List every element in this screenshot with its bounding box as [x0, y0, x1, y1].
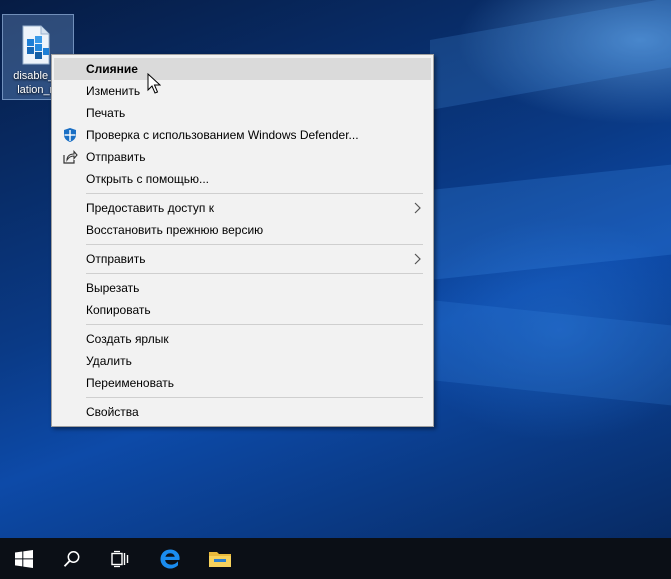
- search-icon: [63, 550, 80, 567]
- menu-separator: [86, 244, 423, 245]
- menu-item-label: Восстановить прежнюю версию: [86, 223, 264, 237]
- menu-item-share[interactable]: Отправить: [54, 146, 431, 168]
- mouse-pointer-icon: [147, 73, 161, 94]
- start-button[interactable]: [0, 538, 48, 579]
- menu-item-restore-previous[interactable]: Восстановить прежнюю версию: [54, 219, 431, 241]
- menu-item-label: Предоставить доступ к: [86, 201, 214, 215]
- menu-item-delete[interactable]: Удалить: [54, 350, 431, 372]
- edge-browser-button[interactable]: [146, 538, 194, 579]
- menu-item-copy[interactable]: Копировать: [54, 299, 431, 321]
- menu-item-rename[interactable]: Переименовать: [54, 372, 431, 394]
- menu-item-defender-scan[interactable]: Проверка с использованием Windows Defend…: [54, 124, 431, 146]
- menu-item-edit[interactable]: Изменить: [54, 80, 431, 102]
- wallpaper-light-beam: [430, 300, 671, 408]
- menu-item-label: Вырезать: [86, 281, 140, 295]
- search-button[interactable]: [48, 538, 96, 579]
- file-explorer-button[interactable]: [196, 538, 244, 579]
- menu-item-print[interactable]: Печать: [54, 102, 431, 124]
- menu-item-label: Открыть с помощью...: [86, 172, 210, 186]
- menu-item-properties[interactable]: Свойства: [54, 401, 431, 423]
- file-explorer-icon: [209, 551, 231, 567]
- menu-item-label: Удалить: [86, 354, 132, 368]
- chevron-right-icon: [414, 253, 421, 265]
- menu-item-label: Создать ярлык: [86, 332, 169, 346]
- task-view-icon: [111, 550, 129, 567]
- menu-item-label: Переименовать: [86, 376, 174, 390]
- windows-start-icon: [15, 549, 33, 568]
- wallpaper-light-beam: [430, 162, 671, 280]
- share-icon: [63, 150, 78, 164]
- chevron-right-icon: [414, 202, 421, 214]
- registry-file-icon: [22, 25, 50, 65]
- menu-item-label: Проверка с использованием Windows Defend…: [86, 128, 359, 142]
- wallpaper-light-beam: [430, 0, 671, 111]
- windows-defender-icon: [64, 128, 76, 142]
- menu-item-label: Слияние: [86, 62, 138, 76]
- menu-item-open-with[interactable]: Открыть с помощью...: [54, 168, 431, 190]
- menu-separator: [86, 273, 423, 274]
- menu-separator: [86, 193, 423, 194]
- menu-item-label: Свойства: [86, 405, 139, 419]
- menu-item-label: Печать: [86, 106, 126, 120]
- task-view-button[interactable]: [96, 538, 144, 579]
- menu-item-label: Отправить: [86, 252, 146, 266]
- menu-separator: [86, 324, 423, 325]
- menu-item-merge[interactable]: Слияние: [54, 58, 431, 80]
- menu-item-label: Отправить: [86, 150, 146, 164]
- menu-item-send-to[interactable]: Отправить: [54, 248, 431, 270]
- menu-item-label: Изменить: [86, 84, 141, 98]
- taskbar: [0, 538, 671, 579]
- menu-item-cut[interactable]: Вырезать: [54, 277, 431, 299]
- menu-item-create-shortcut[interactable]: Создать ярлык: [54, 328, 431, 350]
- menu-item-give-access[interactable]: Предоставить доступ к: [54, 197, 431, 219]
- context-menu: Слияние Изменить Печать Проверка с испол…: [51, 54, 434, 427]
- menu-separator: [86, 397, 423, 398]
- menu-item-label: Копировать: [86, 303, 151, 317]
- edge-browser-icon: [160, 549, 180, 568]
